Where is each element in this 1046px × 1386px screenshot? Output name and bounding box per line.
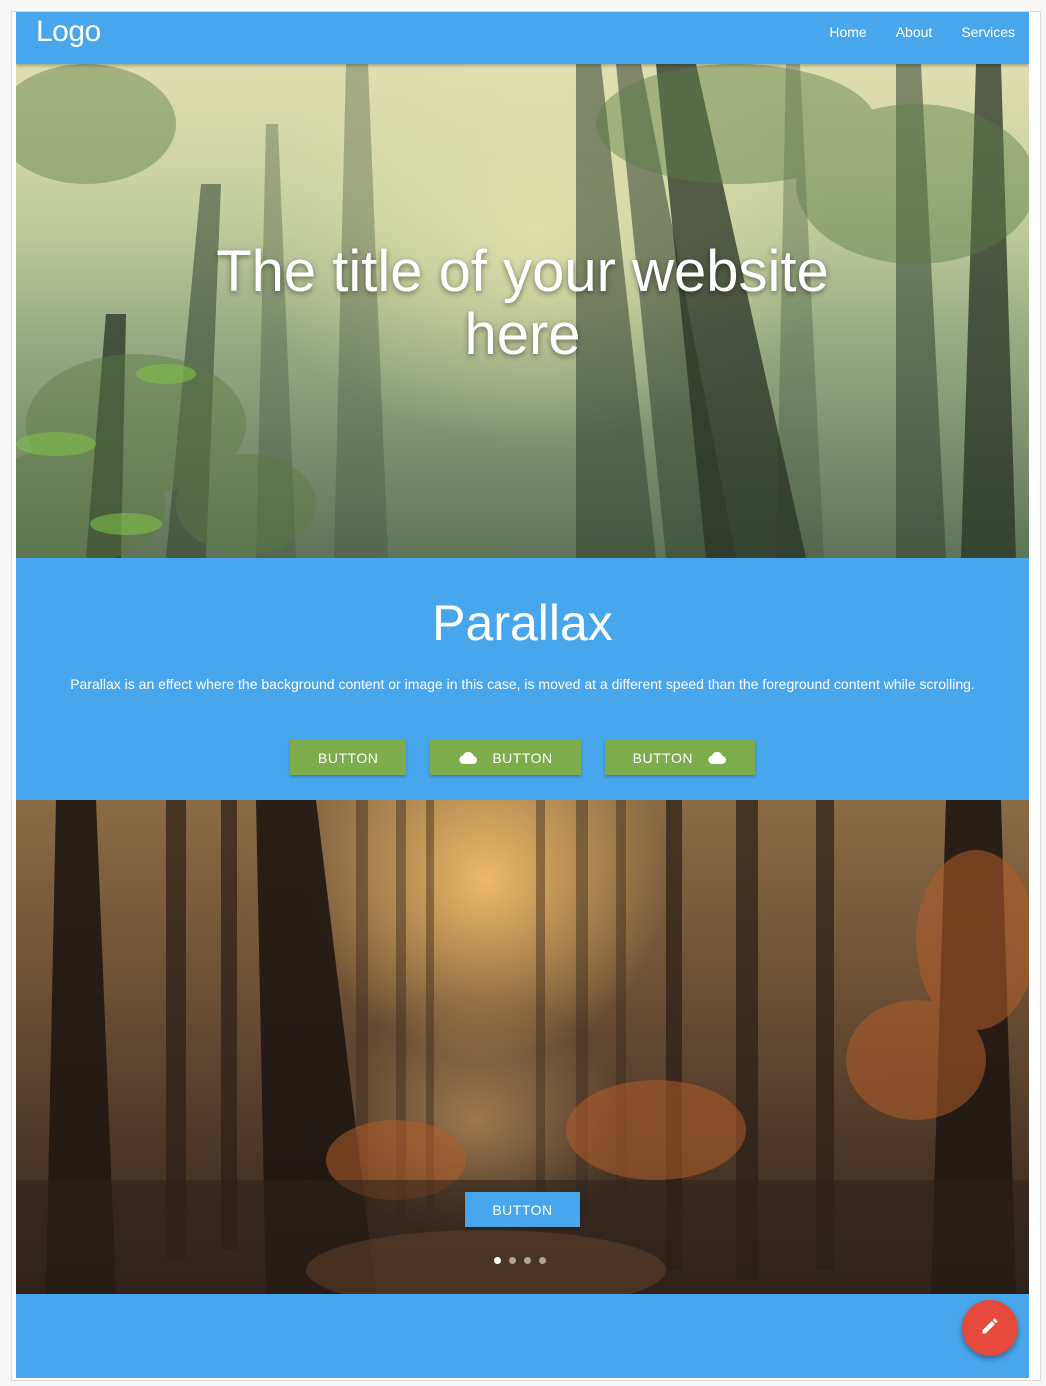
- section-description: Parallax is an effect where the backgrou…: [70, 676, 975, 692]
- button-label: BUTTON: [318, 749, 379, 766]
- image-slider[interactable]: BUTTON: [16, 800, 1029, 1294]
- button-label: BUTTON: [492, 749, 553, 766]
- nav-link-about[interactable]: About: [896, 24, 933, 40]
- cloud-icon: [707, 751, 727, 765]
- slider-dot-3[interactable]: [524, 1257, 531, 1264]
- intro-section: Parallax Parallax is an effect where the…: [16, 558, 1029, 800]
- nav-link-home[interactable]: Home: [829, 24, 866, 40]
- cloud-icon: [458, 751, 478, 765]
- slider-dot-1[interactable]: [494, 1257, 501, 1264]
- slider-dot-4[interactable]: [539, 1257, 546, 1264]
- nav-links: Home About Services: [829, 24, 1015, 40]
- navbar: Logo Home About Services: [16, 12, 1029, 64]
- button-row: BUTTON BUTTON BUTTON: [16, 740, 1029, 775]
- section-heading: Parallax: [432, 595, 613, 651]
- button-plain[interactable]: BUTTON: [290, 740, 407, 775]
- logo[interactable]: Logo: [36, 15, 101, 49]
- hero-title-line-1: The title of your website: [216, 239, 829, 304]
- hero-title: The title of your website here: [16, 240, 1029, 366]
- hero-parallax-image: The title of your website here: [16, 64, 1029, 558]
- slide-cta-button[interactable]: BUTTON: [465, 1192, 580, 1227]
- footer-section: [16, 1294, 1029, 1378]
- hero-title-line-2: here: [464, 302, 581, 367]
- button-label: BUTTON: [632, 749, 693, 766]
- slider-indicators: [494, 1257, 546, 1264]
- edit-pencil-icon: [980, 1316, 1000, 1341]
- slider-dot-2[interactable]: [509, 1257, 516, 1264]
- page: Logo Home About Services The title of yo…: [16, 12, 1029, 1378]
- button-cloud-left[interactable]: BUTTON: [430, 740, 581, 775]
- edit-fab-button[interactable]: [962, 1300, 1018, 1356]
- button-cloud-right[interactable]: BUTTON: [604, 740, 755, 775]
- nav-link-services[interactable]: Services: [961, 24, 1015, 40]
